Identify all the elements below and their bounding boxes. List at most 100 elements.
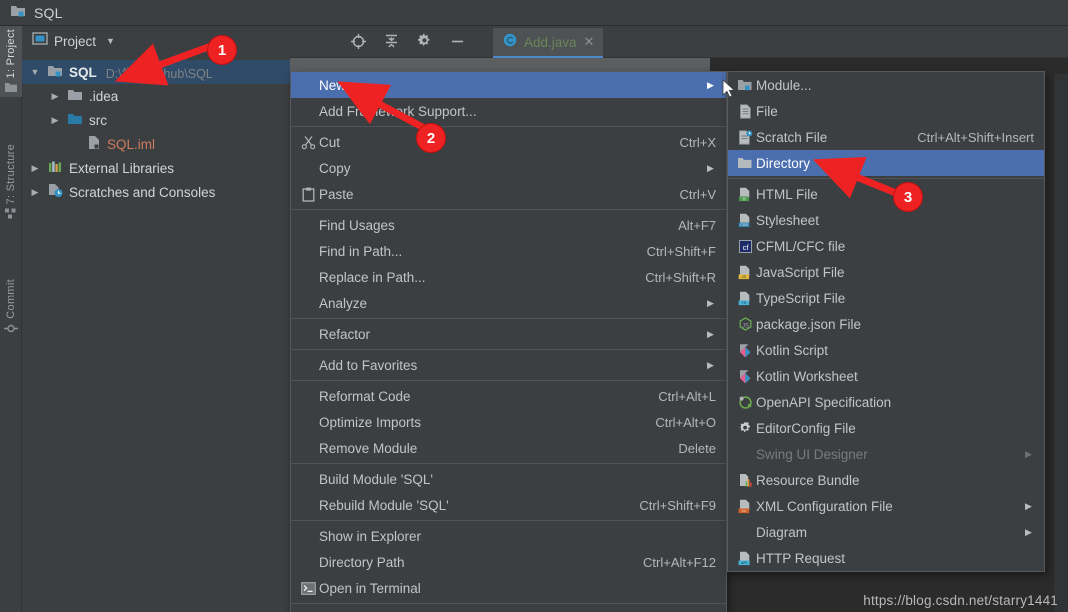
submenu-item-stylesheet-label: Stylesheet [756,212,820,228]
menu-item-partial[interactable] [291,606,726,612]
menu-item-find-usages-shortcut: Alt+F7 [678,217,716,233]
scissors-icon [297,135,319,150]
submenu-item-html-file[interactable]: H HTML File [728,181,1044,207]
menu-item-add-to-favorites[interactable]: Add to Favorites ▶ [291,352,726,378]
chevron-right-icon: ▶ [1025,500,1032,511]
menu-item-find-in-path-shortcut: Ctrl+Shift+F [646,243,716,259]
menu-item-remove-module[interactable]: Remove Module Delete [291,435,726,461]
collapse-all-icon[interactable] [383,33,400,55]
svg-text:JS: JS [741,323,748,329]
clipboard-icon [297,187,319,202]
submenu-item-resource-bundle[interactable]: Resource Bundle [728,467,1044,493]
menu-item-cut[interactable]: Cut Ctrl+X [291,129,726,155]
menu-item-show-in-explorer[interactable]: Show in Explorer [291,523,726,549]
submenu-item-xml-configuration-file[interactable]: <> XML Configuration File ▶ [728,493,1044,519]
gear-icon[interactable] [416,33,433,55]
submenu-item-kotlin-worksheet[interactable]: Kotlin Worksheet [728,363,1044,389]
tree-row-sql[interactable]: ▼ SQL D:\学习\github\SQL [22,60,290,84]
menu-item-open-in-terminal[interactable]: Open in Terminal [291,575,726,601]
menu-item-replace-in-path[interactable]: Replace in Path... Ctrl+Shift+R [291,264,726,290]
menu-item-rebuild-module-shortcut: Ctrl+Shift+F9 [639,497,716,513]
sidebar-item-commit[interactable]: Commit [0,276,22,338]
minimize-icon[interactable] [449,33,466,55]
submenu-item-file[interactable]: File [728,98,1044,124]
file-icon [734,103,756,119]
menu-item-new[interactable]: New ▶ [291,72,726,98]
tree-row-external-libraries[interactable]: ▶ External Libraries [22,156,290,180]
libraries-icon [47,160,64,177]
menu-item-add-framework-support[interactable]: Add Framework Support... [291,98,726,124]
kotlin-icon [734,369,756,384]
twisty-collapsed-icon[interactable]: ▶ [48,91,62,102]
new-submenu[interactable]: Module... File Scratch File Ctrl+Alt+Shi… [727,71,1045,572]
project-tree: ▼ SQL D:\学习\github\SQL ▶ .idea ▶ src SQL… [22,56,290,204]
submenu-item-kotlin-script[interactable]: Kotlin Script [728,337,1044,363]
twisty-collapsed-icon[interactable]: ▶ [48,115,62,126]
menu-item-build-module[interactable]: Build Module 'SQL' [291,466,726,492]
submenu-item-openapi-specification[interactable]: OpenAPI Specification [728,389,1044,415]
context-menu[interactable]: New ▶ Add Framework Support... Cut Ctrl+… [290,71,727,612]
submenu-item-editorconfig-file-label: EditorConfig File [756,420,856,436]
ts-file-icon: TS [734,291,756,306]
submenu-item-scratch-file[interactable]: Scratch File Ctrl+Alt+Shift+Insert [728,124,1044,150]
twisty-collapsed-icon[interactable]: ▶ [28,187,42,198]
chevron-right-icon: ▶ [1025,526,1032,537]
submenu-item-stylesheet[interactable]: CSS Stylesheet [728,207,1044,233]
submenu-item-package-json-file[interactable]: JS package.json File [728,311,1044,337]
menu-item-copy[interactable]: Copy ▶ [291,155,726,181]
menu-separator [291,603,726,604]
submenu-item-module[interactable]: Module... [728,72,1044,98]
sidebar-item-structure[interactable]: 7: Structure [0,141,22,223]
menu-item-find-in-path[interactable]: Find in Path... Ctrl+Shift+F [291,238,726,264]
menu-item-reformat-code[interactable]: Reformat Code Ctrl+Alt+L [291,383,726,409]
menu-separator [291,463,726,464]
submenu-item-javascript-file[interactable]: JS JavaScript File [728,259,1044,285]
close-icon[interactable]: ✕ [584,34,595,50]
title-bar: SQL [0,0,1068,26]
menu-item-find-usages[interactable]: Find Usages Alt+F7 [291,212,726,238]
module-folder-icon [10,3,27,23]
submenu-item-http-request[interactable]: API HTTP Request [728,545,1044,571]
svg-text:TS: TS [741,300,746,305]
submenu-item-directory[interactable]: Directory [728,150,1044,176]
menu-item-new-label: New [319,77,347,93]
menu-item-add-to-favorites-label: Add to Favorites [319,357,418,373]
menu-item-refactor[interactable]: Refactor ▶ [291,321,726,347]
chevron-right-icon: ▶ [707,162,714,173]
sidebar-item-project[interactable]: 1: Project [0,26,22,98]
chevron-down-icon[interactable]: ▼ [106,36,115,46]
editor-scrollbar[interactable] [1054,74,1068,612]
chevron-right-icon: ▶ [707,359,714,370]
menu-item-analyze[interactable]: Analyze ▶ [291,290,726,316]
resource-bundle-icon [734,473,756,488]
chevron-right-icon: ▶ [1025,448,1032,459]
menu-item-directory-path[interactable]: Directory Path Ctrl+Alt+F12 [291,549,726,575]
menu-item-optimize-imports[interactable]: Optimize Imports Ctrl+Alt+O [291,409,726,435]
submenu-item-xml-configuration-file-label: XML Configuration File [756,498,893,514]
menu-item-rebuild-module[interactable]: Rebuild Module 'SQL' Ctrl+Shift+F9 [291,492,726,518]
twisty-expanded-icon[interactable]: ▼ [28,67,42,77]
submenu-item-typescript-file-label: TypeScript File [756,290,846,306]
twisty-collapsed-icon[interactable]: ▶ [28,163,42,174]
submenu-item-cfml-cfc-file[interactable]: cf CFML/CFC file [728,233,1044,259]
locate-icon[interactable] [350,33,367,55]
menu-item-paste-label: Paste [319,186,354,202]
menu-item-rebuild-module-label: Rebuild Module 'SQL' [319,497,449,513]
left-tool-rail: 1: Project 7: Structure Commit [0,26,22,612]
tree-row-src[interactable]: ▶ src [22,108,290,132]
editor-tab-add-java[interactable]: C Add.java ✕ [493,28,604,58]
tree-row-idea[interactable]: ▶ .idea [22,84,290,108]
svg-text:C: C [507,35,514,45]
structure-icon [4,207,18,223]
submenu-item-diagram[interactable]: Diagram ▶ [728,519,1044,545]
menu-item-optimize-imports-label: Optimize Imports [319,414,422,430]
tree-row-sql-iml[interactable]: SQL.iml [22,132,290,156]
submenu-item-editorconfig-file[interactable]: EditorConfig File [728,415,1044,441]
folder-icon [734,156,756,170]
menu-item-paste[interactable]: Paste Ctrl+V [291,181,726,207]
tree-label-external-libraries: External Libraries [69,160,175,176]
menu-item-open-in-terminal-label: Open in Terminal [319,580,421,596]
tree-row-scratches-and-consoles[interactable]: ▶ Scratches and Consoles [22,180,290,204]
submenu-item-resource-bundle-label: Resource Bundle [756,472,860,488]
submenu-item-typescript-file[interactable]: TS TypeScript File [728,285,1044,311]
